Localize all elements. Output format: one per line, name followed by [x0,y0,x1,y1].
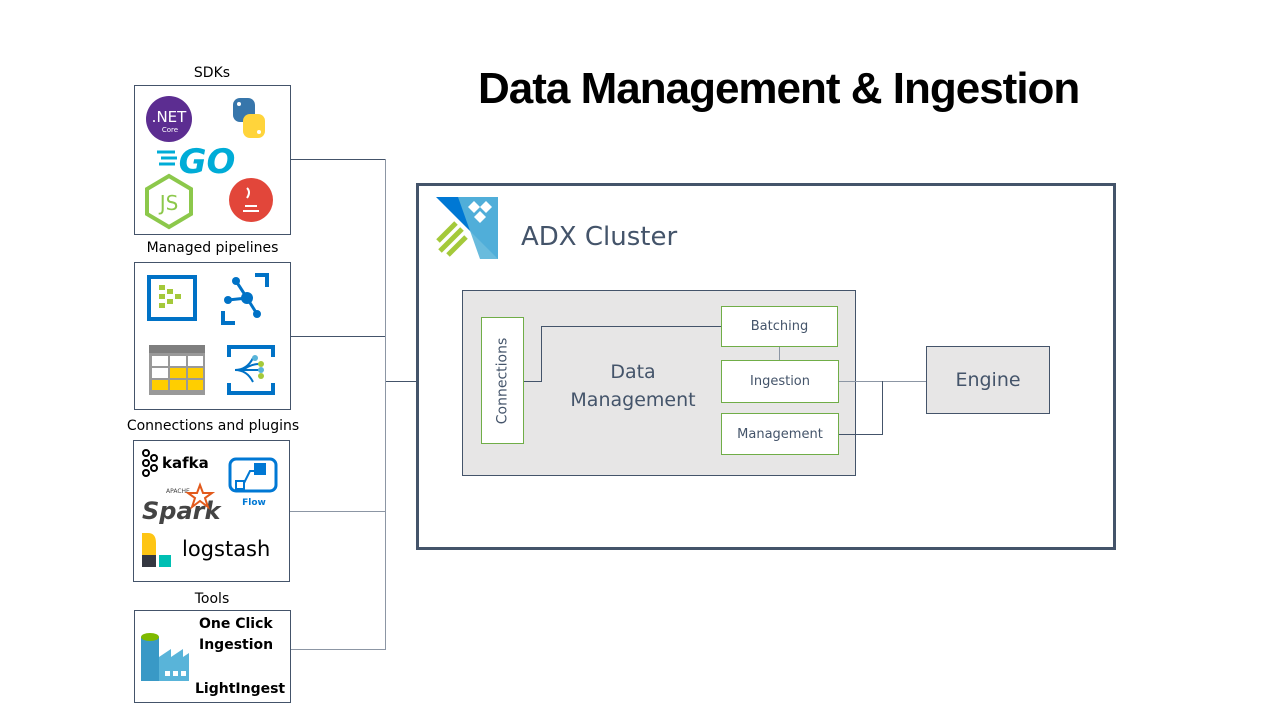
tools-label: Tools [194,591,230,607]
cluster-title: ADX Cluster [521,222,678,252]
ingestion-label: Ingestion [750,374,810,389]
svg-text:Core: Core [162,126,178,134]
batching-label: Batching [750,319,809,334]
connections-label: Connections and plugins [126,418,300,434]
svg-text:GO: GO [179,142,236,182]
management-label: Management [737,426,823,442]
sdks-box: .NET Core GO JS [134,85,291,235]
java-icon [229,178,273,222]
svg-text:JS: JS [158,191,179,215]
logstash-icon: logstash [142,533,270,567]
iot-hub-table-icon [149,345,205,395]
adx-logo-icon [436,197,498,259]
connector-pipelines [291,336,386,337]
nodejs-icon: JS [145,173,193,230]
management-component: Management [721,413,839,455]
connections-component: Connections [481,317,524,444]
ingestion-component: Ingestion [721,360,839,403]
svg-text:.NET: .NET [152,108,187,126]
line-management-vertical [882,381,883,435]
line-ingestion-engine [839,381,927,382]
connector-connections [290,511,386,512]
connections-box: kafka Flow APACHE Spark logstash [133,440,290,582]
pipeline-icons [147,273,275,395]
tools-box: One Click Ingestion LightIngest [134,610,291,703]
batching-component: Batching [721,306,838,347]
data-management-label-line1: Data [610,361,656,383]
dotnet-core-icon: .NET Core [146,96,192,142]
data-factory-icon [141,633,189,681]
pipelines-label: Managed pipelines [146,240,279,256]
kafka-icon: kafka [142,449,209,477]
page-title: Data Management & Ingestion [478,64,1080,113]
line-to-batching [541,326,722,327]
data-management-label-line2: Management [570,389,696,411]
pipelines-box [134,262,291,410]
spark-icon: APACHE Spark [142,482,222,525]
connector-tools [291,649,386,650]
engine-box: Engine [926,346,1050,414]
line-connections-out [524,381,541,382]
svg-text:Flow: Flow [242,498,266,508]
engine-label: Engine [955,369,1021,391]
tool-one-click-ingestion-line1: One Click [199,616,273,632]
svg-text:kafka: kafka [162,454,209,472]
line-batching-ingestion [779,346,780,361]
line-connections-vertical [541,326,542,382]
connection-icons: kafka Flow APACHE Spark logstash [142,449,278,567]
sdks-label: SDKs [193,65,231,81]
event-hubs-icon [147,275,197,321]
tool-one-click-ingestion-line2: Ingestion [199,637,274,653]
stream-analytics-icon [227,345,275,395]
svg-text:logstash: logstash [182,537,270,561]
connector-bus [385,159,386,650]
connector-sdks [291,159,386,160]
connections-component-label: Connections [494,337,511,424]
sdk-icons: .NET Core GO JS [145,96,273,230]
flow-icon: Flow [228,457,278,508]
svg-text:Spark: Spark [142,497,222,525]
line-management-out [839,434,883,435]
data-management-label: Data Management [548,358,718,414]
tool-lightingest: LightIngest [195,681,286,697]
python-icon [233,98,265,138]
event-grid-icon [221,273,269,325]
svg-text:APACHE: APACHE [166,488,190,495]
